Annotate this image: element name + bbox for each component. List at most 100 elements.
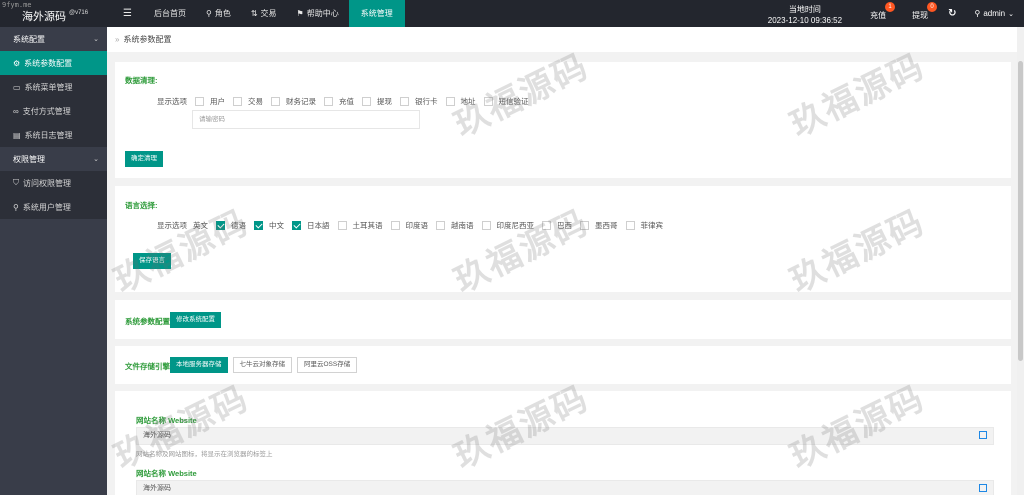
copy-icon[interactable] [979, 431, 987, 439]
option-label: 墨西哥 [595, 221, 618, 230]
recharge-label: 充值 [870, 11, 887, 20]
sidebar-item-payment[interactable]: ∞ 支付方式管理 [0, 99, 107, 123]
storage-card: 文件存储引擎: 本地服务器存储 七牛云对象存储 阿里云OSS存储 [115, 346, 1011, 384]
flag-icon: ⚑ [296, 9, 304, 18]
option-label: 充值 [339, 97, 354, 106]
site-name-input-2[interactable]: 海外源码 [136, 480, 994, 495]
nav-label: 后台首页 [153, 9, 186, 18]
group-label: 权限管理 [13, 154, 45, 164]
sidebar-item-access[interactable]: ⛉ 访问权限管理 [0, 171, 107, 195]
page-scrollbar[interactable] [1017, 27, 1024, 495]
top-nav: ☰ 后台首页 ⚲ 角色 ⇅ 交易 ⚑ 帮助中心 系统管理 [107, 0, 405, 27]
sidebar-item-label: 系统日志管理 [24, 130, 73, 140]
sidebar-item-logs[interactable]: ▤ 系统日志管理 [0, 123, 107, 147]
nav-label: 系统管理 [360, 9, 393, 18]
withdraw-button[interactable]: 提现 0 [912, 2, 938, 21]
checkbox[interactable] [271, 97, 280, 106]
aliyun-oss-button[interactable]: 阿里云OSS存储 [297, 357, 358, 373]
main-content: » 系统参数配置 数据清理: 显示选项 用户 交易 财务记录 充值 提现 银行卡… [107, 27, 1017, 495]
field-label: 网站名称 Website [136, 469, 197, 478]
checkbox[interactable] [254, 221, 263, 230]
checkbox[interactable] [400, 97, 409, 106]
withdraw-badge: 0 [927, 2, 938, 12]
logo-title: 海外源码 [22, 10, 66, 23]
field-hint: 网站名称及网站图标，将显示在浏览器的标签上 [136, 451, 273, 458]
language-options: 显示选项 英文 德语 中文 日本語 土耳其语 印度语 越南语 印度尼西亚 巴西 … [157, 220, 663, 231]
checkbox[interactable] [483, 97, 493, 106]
option-label: 巴西 [557, 221, 572, 230]
checkbox[interactable] [625, 221, 635, 230]
nav-role[interactable]: ⚲ 角色 [196, 0, 241, 27]
option-label: 地址 [460, 97, 476, 106]
checkbox[interactable] [542, 221, 551, 230]
checkbox[interactable] [445, 97, 455, 106]
withdraw-label: 提现 [912, 11, 929, 20]
modify-config-button[interactable]: 修改系统配置 [170, 312, 221, 328]
document-icon: ▤ [13, 130, 21, 140]
topbar-right: 当地时间 2023-12-10 09:36:52 充值 1 提现 0 ↻ ⚲ a… [768, 0, 1024, 27]
option-label: 财务记录 [286, 97, 316, 106]
checkbox[interactable] [362, 97, 371, 106]
card-title: 数据清理: [125, 76, 158, 85]
gear-icon: ⚙ [13, 58, 21, 68]
nav-help[interactable]: ⚑ 帮助中心 [287, 0, 349, 27]
input-value: 海外源码 [143, 485, 171, 492]
sidebar-item-system-params[interactable]: ⚙ 系统参数配置 [0, 51, 107, 75]
system-params-card: 系统参数配置: 修改系统配置 [115, 300, 1011, 339]
option-label: 印度语 [405, 221, 429, 230]
scrollbar-thumb[interactable] [1018, 61, 1023, 361]
option-label: 银行卡 [415, 97, 438, 106]
checkbox[interactable] [481, 221, 491, 230]
top-bar: 9fym.me 海外源码 @v716 ☰ 后台首页 ⚲ 角色 ⇅ 交易 ⚑ 帮助… [0, 0, 1024, 27]
link-icon: ∞ [13, 106, 19, 116]
logo[interactable]: 9fym.me 海外源码 @v716 [0, 0, 107, 27]
sidebar-item-users[interactable]: ⚲ 系统用户管理 [0, 195, 107, 219]
menu-toggle-button[interactable]: ☰ [107, 0, 144, 27]
user-name: admin [983, 9, 1006, 18]
checkbox[interactable] [337, 221, 347, 230]
hamburger-icon: ☰ [123, 8, 132, 19]
breadcrumb-current: 系统参数配置 [123, 35, 172, 44]
password-input[interactable]: 请输密码 [192, 110, 420, 129]
qiniu-storage-button[interactable]: 七牛云对象存储 [232, 357, 292, 373]
checkbox[interactable] [580, 221, 589, 230]
checkbox[interactable] [195, 97, 204, 106]
confirm-clear-button[interactable]: 确定清理 [125, 151, 163, 167]
sidebar-item-label: 访问权限管理 [23, 178, 71, 188]
user-menu[interactable]: ⚲ admin ⌄ [974, 9, 1014, 18]
nav-system[interactable]: 系统管理 [348, 0, 405, 27]
nav-home[interactable]: 后台首页 [144, 0, 196, 27]
language-card: 语言选择: 显示选项 英文 德语 中文 日本語 土耳其语 印度语 越南语 印度尼… [115, 186, 1011, 292]
sidebar-group-config[interactable]: 系统配置 ⌄ [0, 27, 107, 51]
local-storage-button[interactable]: 本地服务器存储 [170, 357, 228, 373]
option-label: 英文 [193, 221, 208, 230]
sidebar-group-permissions[interactable]: 权限管理 ⌄ [0, 147, 107, 171]
nav-label: 交易 [260, 9, 277, 18]
sidebar-item-menu[interactable]: ▭ 系统菜单管理 [0, 75, 107, 99]
breadcrumb: » 系统参数配置 [107, 27, 1017, 52]
sidebar-item-label: 支付方式管理 [22, 106, 71, 116]
site-name-input[interactable]: 海外源码 [136, 427, 994, 445]
nav-trade[interactable]: ⇅ 交易 [241, 0, 287, 27]
recharge-button[interactable]: 充值 1 [870, 2, 896, 21]
chevron-down-icon: ⌄ [93, 36, 99, 43]
field-label: 网站名称 Website [136, 416, 197, 425]
checkbox[interactable] [324, 97, 333, 106]
save-language-button[interactable]: 保存语言 [133, 253, 171, 269]
checkbox[interactable] [390, 221, 400, 230]
card-title: 系统参数配置: [125, 317, 173, 326]
checkbox[interactable] [436, 221, 445, 230]
url-watermark: 9fym.me [2, 1, 32, 9]
sidebar: 系统配置 ⌄ ⚙ 系统参数配置 ▭ 系统菜单管理 ∞ 支付方式管理 ▤ 系统日志… [0, 27, 107, 495]
refresh-icon[interactable]: ↻ [948, 8, 956, 19]
checkbox[interactable] [233, 97, 242, 106]
swap-icon: ⇅ [250, 9, 258, 18]
option-label: 土耳其语 [352, 221, 383, 230]
recharge-badge: 1 [885, 2, 896, 12]
checkbox[interactable] [292, 221, 301, 230]
chevron-down-icon: ⌄ [93, 156, 99, 163]
user-icon: ⚲ [13, 202, 19, 212]
option-label: 菲律宾 [640, 221, 664, 230]
copy-icon[interactable] [979, 484, 987, 492]
checkbox[interactable] [216, 221, 225, 230]
